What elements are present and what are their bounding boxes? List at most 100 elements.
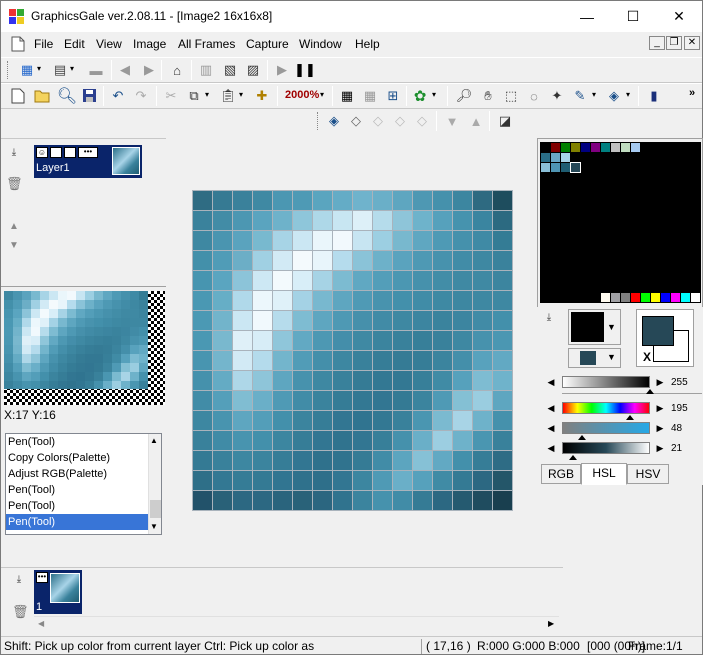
- canvas-pixel[interactable]: [353, 391, 372, 410]
- visibility-toggle-icon[interactable]: ☺: [36, 147, 48, 158]
- palette-swatch[interactable]: [611, 293, 620, 302]
- canvas-pixel[interactable]: [193, 331, 212, 350]
- canvas-pixel[interactable]: [393, 411, 412, 430]
- palette-swatch[interactable]: [581, 153, 590, 162]
- canvas-pixel[interactable]: [413, 311, 432, 330]
- palette-swatch[interactable]: [641, 143, 650, 152]
- palette-swatch[interactable]: [571, 153, 580, 162]
- canvas-pixel[interactable]: [273, 351, 292, 370]
- palette-swatch[interactable]: [551, 263, 560, 272]
- menu-all-frames[interactable]: All Frames: [178, 37, 235, 51]
- palette-swatch[interactable]: [581, 143, 590, 152]
- canvas-pixel[interactable]: [473, 231, 492, 250]
- canvas-pixel[interactable]: [313, 391, 332, 410]
- canvas-pixel[interactable]: [493, 351, 512, 370]
- palette-swatch[interactable]: [671, 213, 680, 222]
- download-icon[interactable]: ⤓: [13, 574, 25, 586]
- scroll-up-icon[interactable]: ▲: [150, 436, 158, 445]
- palette-swatch[interactable]: [601, 153, 610, 162]
- canvas-pixel[interactable]: [353, 331, 372, 350]
- canvas-pixel[interactable]: [253, 231, 272, 250]
- palette-swatch[interactable]: [691, 163, 700, 172]
- magnifier-tool-icon[interactable]: 🔎︎: [455, 87, 473, 105]
- canvas-pixel[interactable]: [333, 451, 352, 470]
- canvas-pixel[interactable]: [213, 471, 232, 490]
- canvas-pixel[interactable]: [273, 211, 292, 230]
- canvas-pixel[interactable]: [493, 231, 512, 250]
- canvas-pixel[interactable]: [393, 291, 412, 310]
- palette-swatch[interactable]: [541, 293, 550, 302]
- canvas-pixel[interactable]: [453, 311, 472, 330]
- palette-swatch[interactable]: [691, 243, 700, 252]
- palette-swatch[interactable]: [621, 283, 630, 292]
- palette-swatch[interactable]: [661, 283, 670, 292]
- palette-swatch[interactable]: [591, 193, 600, 202]
- palette-swatch[interactable]: [601, 143, 610, 152]
- canvas-pixel[interactable]: [433, 291, 452, 310]
- palette-swatch[interactable]: [551, 183, 560, 192]
- palette-swatch[interactable]: [581, 243, 590, 252]
- frame-options-icon[interactable]: •••: [36, 572, 48, 583]
- canvas-pixel[interactable]: [413, 291, 432, 310]
- palette-swatch[interactable]: [691, 223, 700, 232]
- color-compare-box[interactable]: X: [636, 309, 694, 367]
- palette-swatch[interactable]: [611, 143, 620, 152]
- canvas-pixel[interactable]: [233, 231, 252, 250]
- dropdown-arrow-icon[interactable]: ▾: [70, 64, 74, 73]
- cut-icon[interactable]: ✂: [162, 87, 180, 105]
- palette-swatch[interactable]: [591, 153, 600, 162]
- palette-swatch[interactable]: [651, 283, 660, 292]
- canvas-pixel[interactable]: [433, 311, 452, 330]
- tab-hsv[interactable]: HSV: [627, 464, 669, 484]
- filmstrip-icon[interactable]: ▬: [87, 61, 105, 79]
- canvas-pixel[interactable]: [453, 231, 472, 250]
- palette-swatch[interactable]: [561, 173, 570, 182]
- palette-swatch[interactable]: [571, 213, 580, 222]
- palette-swatch[interactable]: [661, 233, 670, 242]
- palette-swatch[interactable]: [671, 223, 680, 232]
- palette-swatch[interactable]: [541, 183, 550, 192]
- canvas-pixel[interactable]: [213, 251, 232, 270]
- palette-swatch[interactable]: [561, 153, 570, 162]
- palette-swatch[interactable]: [661, 293, 670, 302]
- palette-swatch[interactable]: [611, 153, 620, 162]
- canvas-pixel[interactable]: [353, 231, 372, 250]
- palette-swatch[interactable]: [591, 143, 600, 152]
- canvas-pixel[interactable]: [193, 191, 212, 210]
- palette-swatch[interactable]: [631, 173, 640, 182]
- canvas-pixel[interactable]: [413, 431, 432, 450]
- canvas-pixel[interactable]: [353, 451, 372, 470]
- palette-swatch[interactable]: [571, 223, 580, 232]
- layer-properties-icon[interactable]: ◪: [496, 112, 514, 130]
- palette-swatch[interactable]: [601, 273, 610, 282]
- slider-thumb[interactable]: [626, 415, 634, 420]
- palette-swatch[interactable]: [601, 253, 610, 262]
- canvas-pixel[interactable]: [413, 331, 432, 350]
- palette-swatch[interactable]: [631, 253, 640, 262]
- palette-swatch[interactable]: [601, 233, 610, 242]
- palette-swatch[interactable]: [651, 223, 660, 232]
- canvas-pixel[interactable]: [193, 391, 212, 410]
- canvas-pixel[interactable]: [313, 411, 332, 430]
- canvas-pixel[interactable]: [353, 491, 372, 510]
- palette-swatch[interactable]: [671, 143, 680, 152]
- pen-tool-icon[interactable]: ✎: [571, 87, 589, 105]
- slider-thumb[interactable]: [578, 435, 586, 440]
- canvas-pixel[interactable]: [353, 371, 372, 390]
- palette-swatch[interactable]: [581, 263, 590, 272]
- canvas-pixel[interactable]: [293, 451, 312, 470]
- pen-color-icon[interactable]: ▮: [645, 87, 663, 105]
- canvas-pixel[interactable]: [473, 331, 492, 350]
- tab-rgb[interactable]: RGB: [541, 464, 581, 484]
- palette-swatch[interactable]: [681, 273, 690, 282]
- canvas-pixel[interactable]: [273, 491, 292, 510]
- canvas-pixel[interactable]: [493, 491, 512, 510]
- palette-swatch[interactable]: [571, 183, 580, 192]
- palette-swatch[interactable]: [641, 173, 650, 182]
- slider-decrease-icon[interactable]: ◀: [547, 376, 555, 388]
- canvas-pixel[interactable]: [273, 371, 292, 390]
- palette-swatch[interactable]: [581, 183, 590, 192]
- palette-swatch[interactable]: [661, 243, 670, 252]
- canvas-pixel[interactable]: [233, 331, 252, 350]
- palette-swatch[interactable]: [581, 213, 590, 222]
